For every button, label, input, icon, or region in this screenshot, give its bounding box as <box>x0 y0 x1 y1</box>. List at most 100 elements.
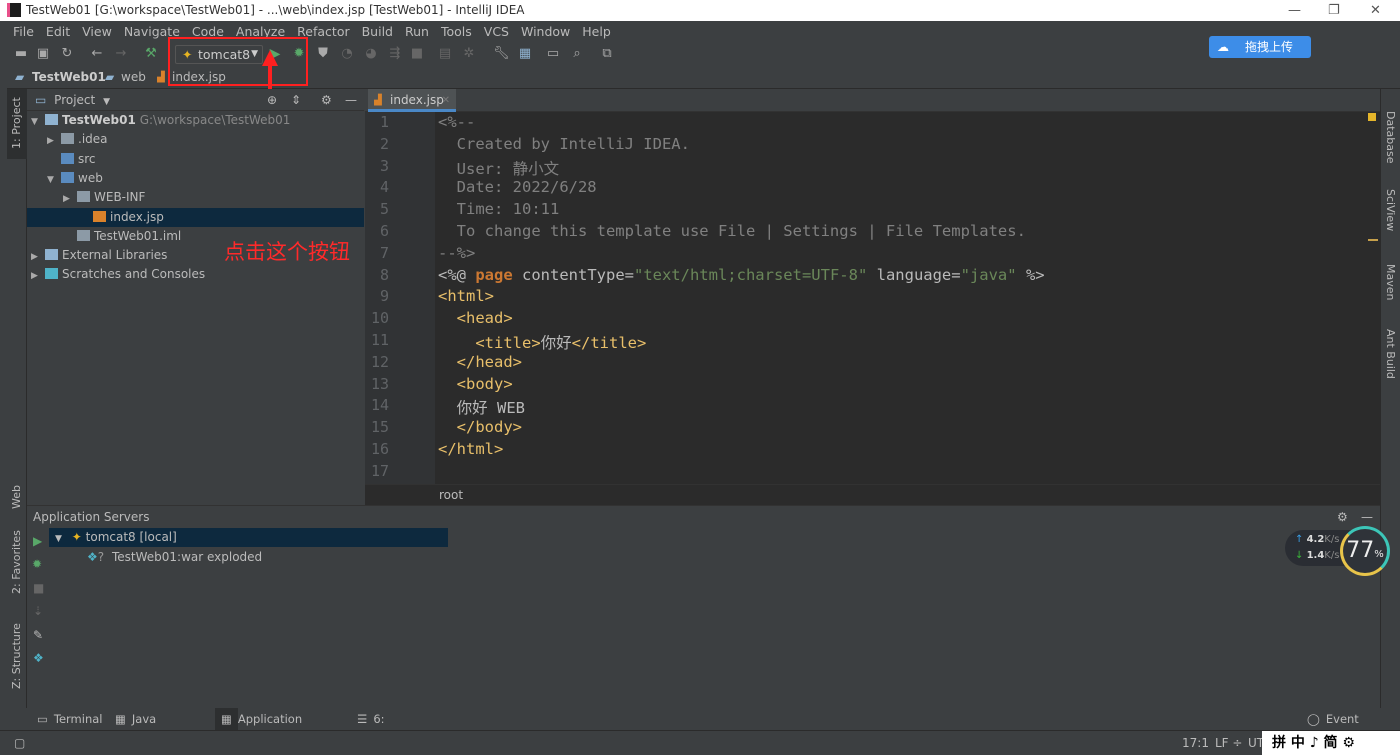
minimize-button[interactable]: — <box>1288 0 1301 21</box>
menu-build[interactable]: Build <box>356 21 399 42</box>
tool-database[interactable]: Database <box>1384 111 1397 164</box>
back-icon[interactable]: ← <box>89 46 105 62</box>
gear-icon[interactable]: ⚙ <box>321 89 332 111</box>
warning-marker[interactable] <box>1368 113 1376 121</box>
expand-arrow-icon[interactable]: ▶ <box>47 132 57 151</box>
close-button[interactable]: ✕ <box>1370 0 1381 21</box>
event-log-button[interactable]: ◯ Event Log <box>1301 708 1359 748</box>
code-line[interactable]: Time: 10:11 <box>438 200 560 218</box>
breadcrumb-root[interactable]: root <box>439 488 463 502</box>
error-stripe-mark[interactable] <box>1368 239 1378 241</box>
menu-window[interactable]: Window <box>515 21 576 42</box>
upload-button[interactable]: ☁ 拖拽上传 <box>1209 36 1311 58</box>
vcs-icon[interactable]: ⧉ <box>599 46 615 62</box>
ime-toolbar[interactable]: 拼 中 ♪ 简 ⚙ <box>1262 731 1400 755</box>
hide-icon[interactable]: — <box>1361 506 1373 528</box>
artifact-icon[interactable]: ❖ <box>33 651 44 665</box>
caret-position[interactable]: 17:1 <box>1182 731 1209 755</box>
debug-icon[interactable]: ✹ <box>32 557 42 571</box>
code-line[interactable]: To change this template use File | Setti… <box>438 222 1026 240</box>
breadcrumb-item[interactable]: TestWeb01 <box>32 66 106 89</box>
deploy-icon[interactable]: ⇣ <box>33 604 43 618</box>
code-line[interactable]: <body> <box>438 375 513 393</box>
menu-edit[interactable]: Edit <box>40 21 76 42</box>
tree-item[interactable]: ▼ web <box>27 169 364 188</box>
project-tool-button[interactable]: 1: Project <box>10 97 23 149</box>
tree-item[interactable]: ▶ WEB-INF <box>27 188 364 207</box>
tree-item[interactable]: ▼ TestWeb01 G:\workspace\TestWeb01 <box>27 111 364 130</box>
sync-icon[interactable]: ↻ <box>59 46 75 62</box>
stop-icon[interactable]: ■ <box>409 46 425 62</box>
expand-arrow-icon[interactable]: ▶ <box>63 190 73 209</box>
tool-maven[interactable]: Maven <box>1384 264 1397 300</box>
tree-item[interactable]: ▶ Scratches and Consoles <box>27 265 364 284</box>
forward-icon[interactable]: → <box>113 46 129 62</box>
tab-index-jsp[interactable]: ▟ index.jsp ✕ <box>368 89 456 112</box>
tab-todo[interactable]: ☰ 6: TODO <box>351 708 407 748</box>
expand-icon[interactable]: ▼ <box>55 534 62 544</box>
tab-java-enterprise[interactable]: ▦ Java Enterprise <box>109 708 191 748</box>
run-icon[interactable]: ▶ <box>33 534 42 548</box>
expand-arrow-icon[interactable]: ▼ <box>31 113 41 132</box>
artifact-row[interactable]: ❖? TestWeb01:war exploded <box>87 548 262 567</box>
hide-icon[interactable]: — <box>345 89 357 111</box>
gear-icon[interactable]: ⚙ <box>1337 506 1348 528</box>
build-hammer-icon[interactable]: ⚒ <box>143 46 159 62</box>
collapse-icon[interactable]: ⇕ <box>291 89 301 111</box>
tree-item[interactable]: index.jsp <box>27 207 364 227</box>
edit-icon[interactable]: ✎ <box>33 628 43 642</box>
code-line[interactable]: Created by IntelliJ IDEA. <box>438 135 690 153</box>
concurrency-icon[interactable]: ◕ <box>363 46 379 62</box>
terminal-icon[interactable]: ▭ <box>545 46 561 62</box>
expand-arrow-icon[interactable]: ▶ <box>31 248 41 267</box>
code-line[interactable]: <head> <box>438 309 513 327</box>
code-line[interactable]: 你好 WEB <box>438 396 525 418</box>
attach-icon[interactable]: ▤ <box>437 46 453 62</box>
code-line[interactable]: --%> <box>438 244 475 262</box>
code-line[interactable]: </body> <box>438 418 522 436</box>
locate-icon[interactable]: ⊕ <box>267 89 277 111</box>
web-tool-button[interactable]: Web <box>10 485 23 509</box>
step-icon[interactable]: ⇶ <box>387 46 403 62</box>
expand-arrow-icon[interactable]: ▶ <box>31 267 41 286</box>
profile-icon[interactable]: ◔ <box>339 46 355 62</box>
wrench-icon[interactable]: 🔧︎ <box>493 46 510 62</box>
structure-tool-button[interactable]: Z: Structure <box>10 623 23 689</box>
toggle-tool-windows-icon[interactable]: ▢ <box>14 731 25 755</box>
favorites-tool-button[interactable]: 2: Favorites <box>10 530 23 594</box>
cpu-gauge[interactable]: 77% <box>1340 526 1390 576</box>
code-line[interactable]: </html> <box>438 440 503 458</box>
menu-vcs[interactable]: VCS <box>478 21 515 42</box>
save-icon[interactable]: ▣ <box>35 46 51 62</box>
menu-run[interactable]: Run <box>399 21 435 42</box>
project-structure-icon[interactable]: ▦ <box>517 46 533 62</box>
server-row[interactable]: ▼ ✦ tomcat8 [local] <box>49 528 448 547</box>
menu-tools[interactable]: Tools <box>435 21 478 42</box>
line-separator[interactable]: LF ÷ <box>1215 731 1242 755</box>
breadcrumb-item[interactable]: web <box>121 66 146 89</box>
code-line[interactable]: <html> <box>438 287 494 305</box>
tool-sciview[interactable]: SciView <box>1384 189 1397 231</box>
project-view-select[interactable]: Project <box>54 93 95 107</box>
settings-dim-icon[interactable]: ✲ <box>461 46 477 62</box>
code-line[interactable]: <title>你好</title> <box>438 331 646 353</box>
code-line[interactable]: <%@ page contentType="text/html;charset=… <box>438 266 1045 284</box>
code-line[interactable]: <%-- <box>438 113 475 131</box>
close-tab-icon[interactable]: ✕ <box>442 89 450 112</box>
tab-terminal[interactable]: ▭ Terminal <box>31 708 102 730</box>
menu-view[interactable]: View <box>76 21 118 42</box>
stop-icon[interactable]: ■ <box>33 581 44 595</box>
code-line[interactable]: </head> <box>438 353 522 371</box>
code-line[interactable]: Date: 2022/6/28 <box>438 178 597 196</box>
tree-item[interactable]: src <box>27 150 364 169</box>
code-line[interactable]: User: 静小文 <box>438 157 560 179</box>
coverage-icon[interactable]: ⛊ <box>315 46 331 62</box>
tool-ant-build[interactable]: Ant Build <box>1384 329 1397 379</box>
open-icon[interactable]: ▬ <box>13 46 29 62</box>
tab-application-servers[interactable]: ▦ Application Servers <box>215 708 302 748</box>
menu-file[interactable]: File <box>7 21 40 42</box>
search-icon[interactable]: ⌕ <box>569 46 585 62</box>
menu-help[interactable]: Help <box>576 21 617 42</box>
restore-button[interactable]: ❐ <box>1328 0 1340 21</box>
tree-item[interactable]: ▶ .idea <box>27 130 364 149</box>
